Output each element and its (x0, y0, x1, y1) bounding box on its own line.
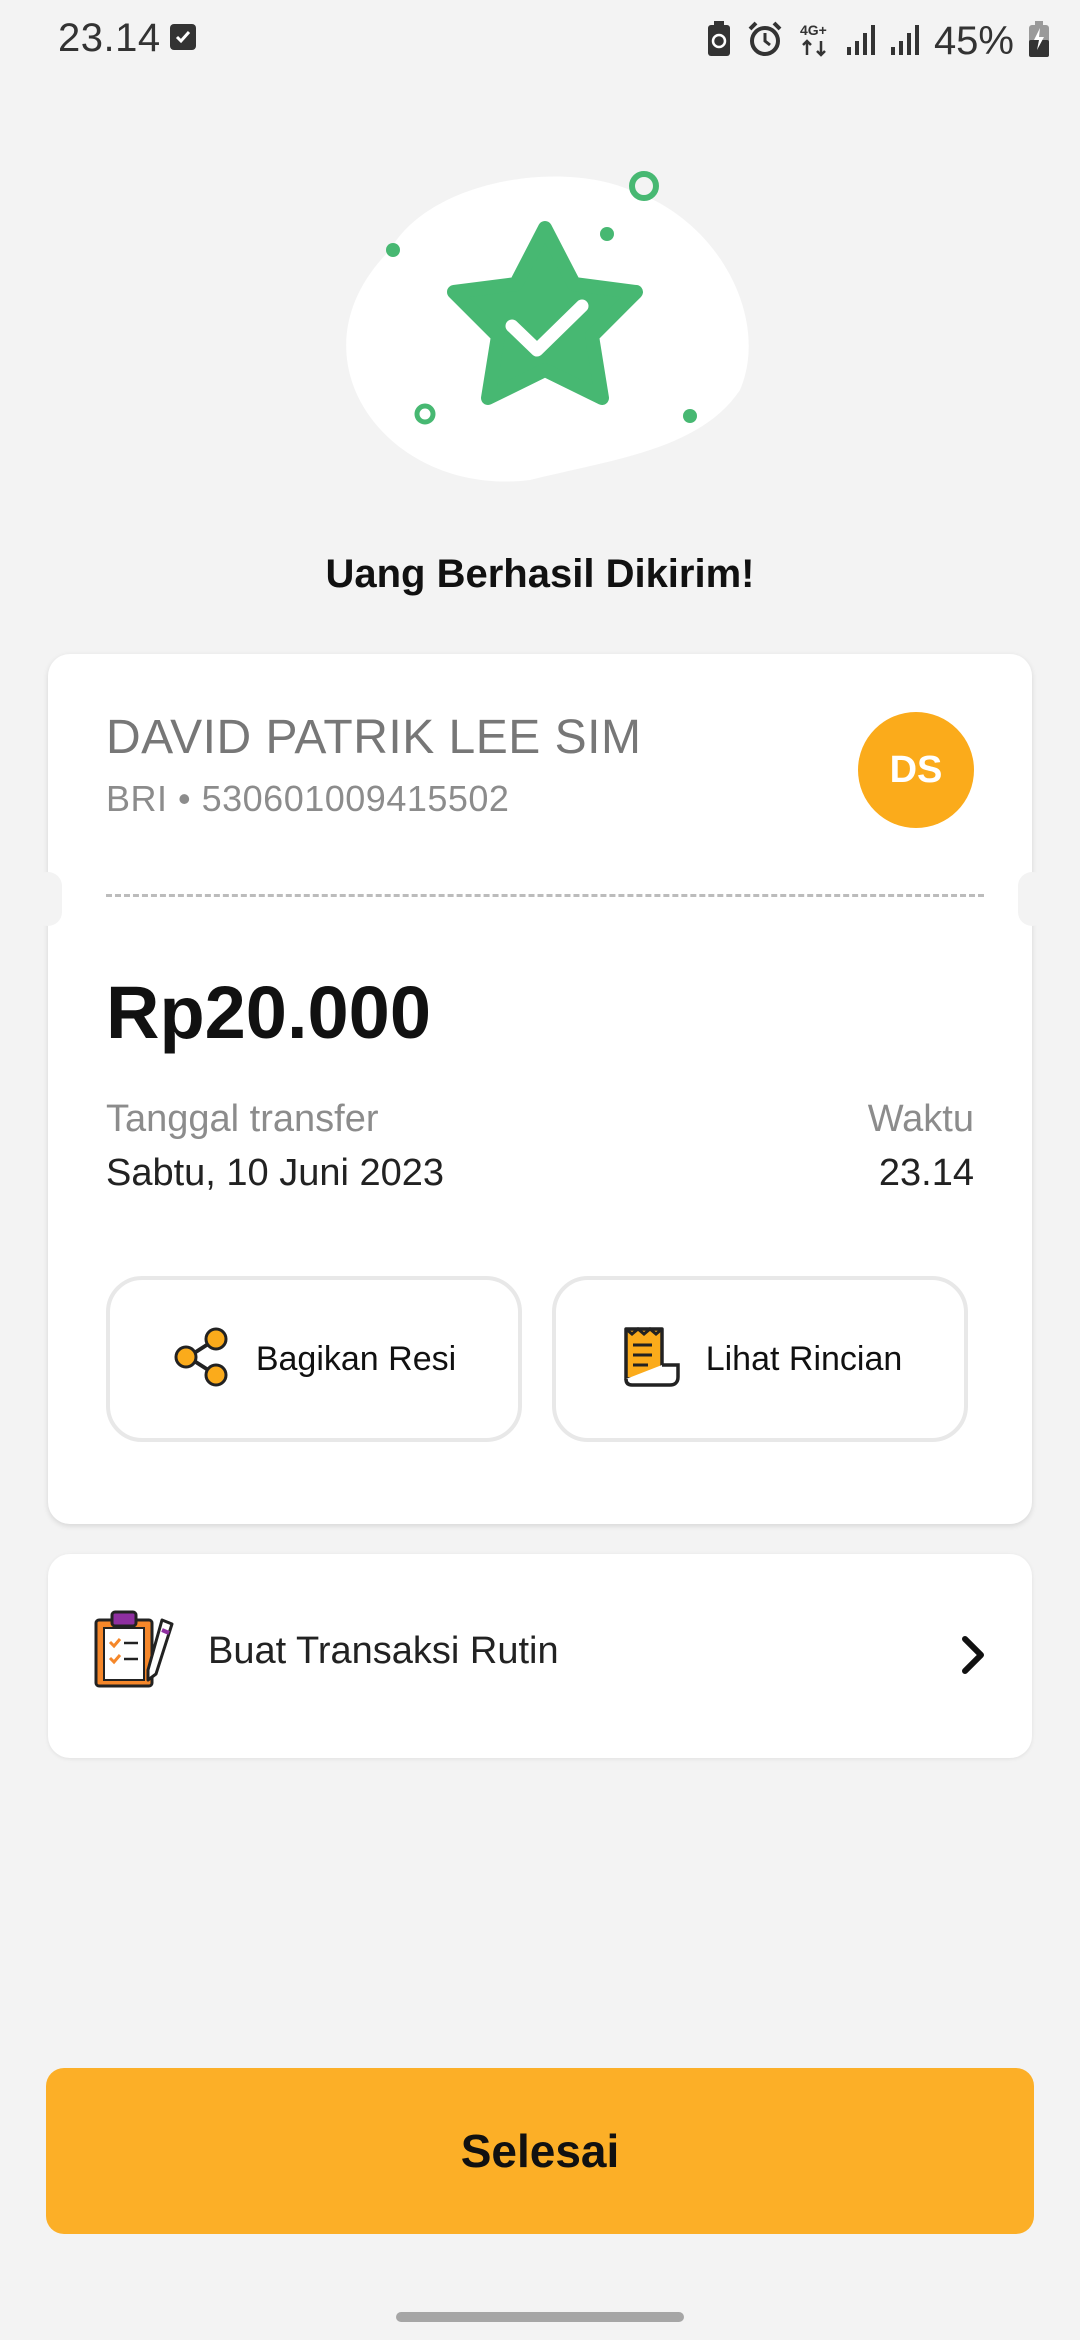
recipient-account: BRI • 530601009415502 (106, 778, 510, 819)
decor-dot (386, 243, 400, 257)
success-title: Uang Berhasil Dikirim! (325, 552, 755, 596)
view-details-label: Lihat Rincian (705, 1339, 903, 1378)
dashed-divider (106, 894, 984, 897)
avatar: DS (858, 712, 974, 828)
signal-icon (890, 21, 920, 62)
routine-transaction-label: Buat Transaksi Rutin (208, 1630, 559, 1672)
network-4g-icon: 4G+ (798, 19, 832, 64)
transfer-date-value: Sabtu, 10 Juni 2023 (106, 1152, 445, 1194)
status-indicators: 4G+ 45% (706, 16, 1050, 66)
ticket-notch-left (34, 872, 62, 926)
home-indicator[interactable] (396, 2312, 684, 2322)
battery-saver-icon (706, 20, 732, 63)
done-button[interactable]: Selesai (46, 2068, 1034, 2234)
share-receipt-button[interactable]: Bagikan Resi (106, 1276, 522, 1442)
status-bar: 23.14 4G+ 45% (0, 0, 1080, 84)
signal-icon (846, 21, 876, 62)
battery-percent: 45% (933, 18, 1014, 63)
receipt-card: DAVID PATRIK LEE SIM BRI • 5306010094155… (34, 654, 1046, 1524)
success-illustration (330, 160, 760, 490)
clipboard-icon (92, 1610, 178, 1695)
ticket-notch-right (1018, 872, 1046, 926)
transfer-time-label: Waktu (867, 1098, 974, 1140)
share-receipt-label: Bagikan Resi (255, 1339, 457, 1378)
transfer-amount: Rp20.000 (106, 971, 431, 1054)
decor-dot (683, 409, 697, 423)
receipt-icon (618, 1325, 682, 1394)
create-routine-transaction-button[interactable]: Buat Transaksi Rutin (48, 1554, 1032, 1758)
battery-icon (1028, 20, 1050, 63)
decor-dot (600, 227, 614, 241)
view-details-button[interactable]: Lihat Rincian (552, 1276, 968, 1442)
chevron-right-icon (958, 1634, 988, 1681)
alarm-icon (746, 20, 784, 63)
check-square-icon (170, 24, 196, 50)
share-icon (172, 1325, 232, 1394)
transfer-time-value: 23.14 (878, 1152, 974, 1194)
transfer-date-label: Tanggal transfer (106, 1098, 379, 1140)
network-label: 4G+ (800, 22, 827, 38)
decor-ring (629, 171, 659, 201)
status-time: 23.14 (58, 16, 161, 60)
recipient-name: DAVID PATRIK LEE SIM (106, 711, 642, 764)
